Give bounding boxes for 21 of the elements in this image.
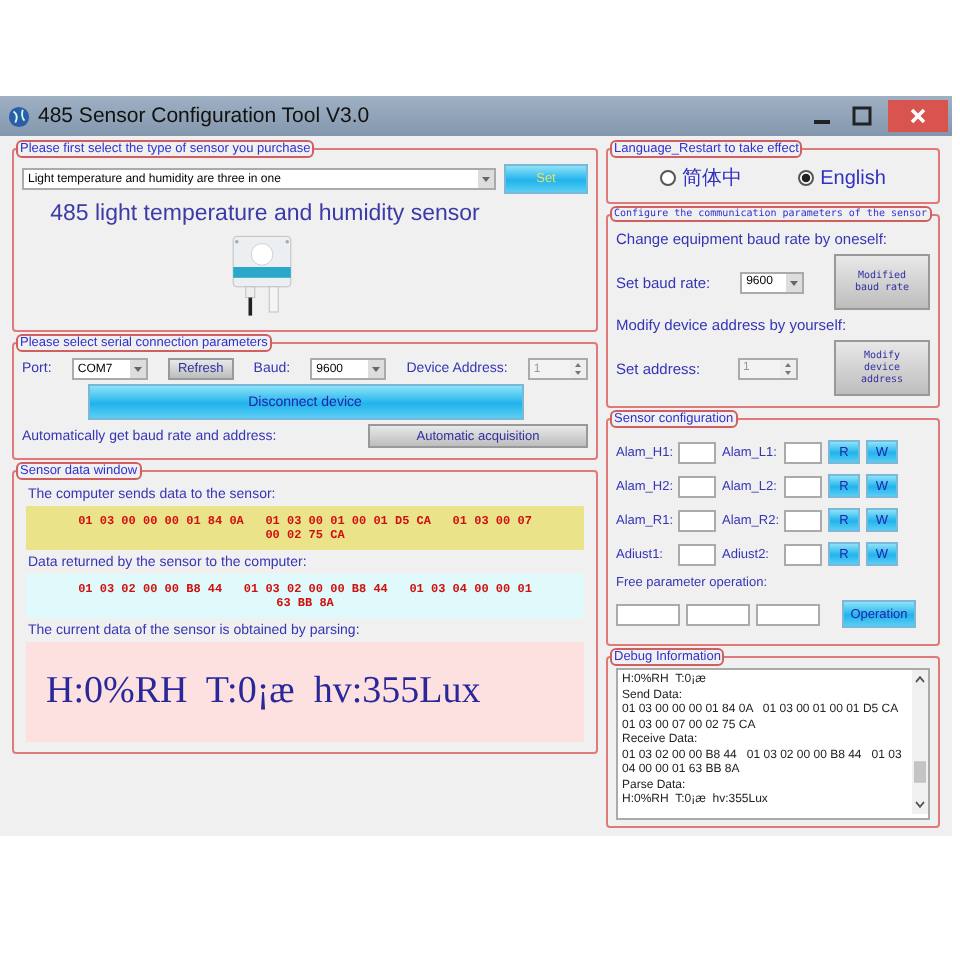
input-field[interactable] xyxy=(678,509,716,531)
window-title: 485 Sensor Configuration Tool V3.0 xyxy=(38,104,370,128)
spinner-arrows-icon[interactable] xyxy=(779,359,796,377)
input-field[interactable] xyxy=(784,509,822,531)
close-icon[interactable] xyxy=(888,100,948,132)
input-field[interactable] xyxy=(678,441,716,463)
input-field[interactable] xyxy=(784,543,822,565)
input-field[interactable] xyxy=(678,475,716,497)
input-field[interactable] xyxy=(784,441,822,463)
input-field[interactable] xyxy=(678,543,716,565)
spinner-arrows-icon[interactable] xyxy=(569,360,586,378)
input-field[interactable] xyxy=(784,475,822,497)
maximize-icon[interactable] xyxy=(848,102,876,130)
parsed-data: H:0%RH T:0¡æ hv:355Lux xyxy=(26,642,584,742)
input-field[interactable] xyxy=(686,603,750,625)
scrollbar[interactable] xyxy=(912,670,928,814)
language-radio[interactable]: 简体中 xyxy=(660,164,743,192)
language-radio[interactable]: English xyxy=(798,167,886,189)
sensor-heading: 485 light temperature and humidity sensor xyxy=(48,202,482,226)
input-field[interactable] xyxy=(756,603,820,625)
input-field[interactable] xyxy=(616,603,680,625)
